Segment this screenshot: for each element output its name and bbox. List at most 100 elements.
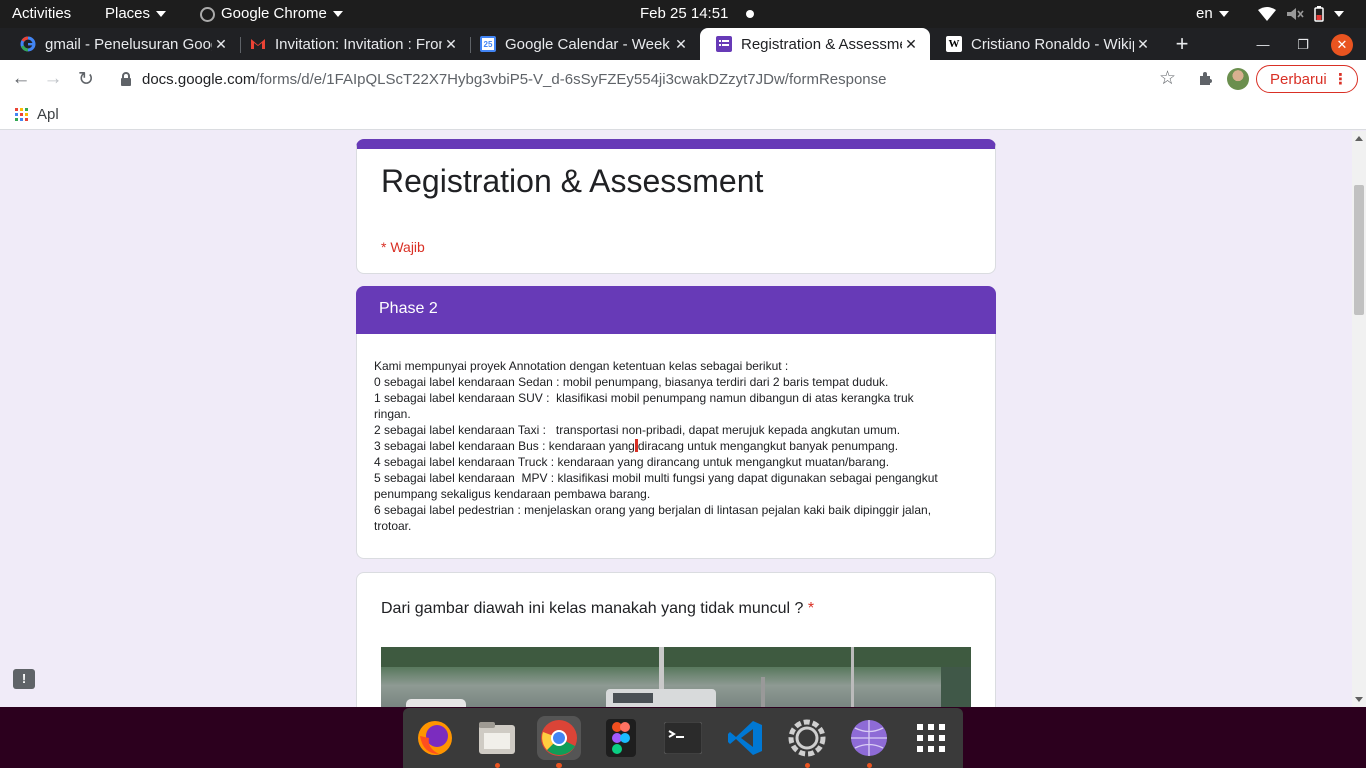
- section-header: Phase 2: [356, 286, 996, 334]
- minimize-button[interactable]: —: [1252, 34, 1274, 56]
- places-menu[interactable]: Places: [105, 0, 167, 28]
- language-label: en: [1196, 5, 1213, 22]
- tab-title: Google Calendar - Week: [505, 35, 670, 53]
- minimize-icon: —: [1256, 37, 1270, 52]
- description-line: 1 sebagai label kendaraan SUV : klasifik…: [374, 391, 914, 405]
- close-tab-icon[interactable]: ✕: [672, 36, 690, 53]
- activities-button[interactable]: Activities: [12, 0, 71, 28]
- calendar-icon: 25: [480, 36, 496, 52]
- new-tab-button[interactable]: +: [1167, 29, 1197, 59]
- description-line: Kami mempunyai proyek Annotation dengan …: [374, 359, 789, 373]
- reload-icon: ↻: [78, 68, 94, 90]
- forward-button[interactable]: →: [38, 64, 68, 94]
- reload-button[interactable]: ↻: [71, 64, 101, 94]
- description-line: 5 sebagai label kendaraan MPV : klasifik…: [374, 471, 938, 485]
- running-indicator: [805, 763, 810, 768]
- close-window-button[interactable]: ✕: [1331, 34, 1353, 56]
- apps-label: Apl: [37, 106, 59, 123]
- chevron-down-icon: [1218, 11, 1229, 17]
- tab-strip: gmail - Penelusuran Google ✕ Invitation:…: [0, 28, 1366, 60]
- form-title: Registration & Assessment: [381, 163, 764, 199]
- bookmark-star-icon[interactable]: ☆: [1159, 67, 1176, 90]
- arrow-left-icon: ←: [11, 68, 31, 89]
- section-description: Kami mempunyai proyek Annotation dengan …: [374, 358, 974, 534]
- chevron-down-icon: [1334, 11, 1344, 17]
- close-tab-icon[interactable]: ✕: [902, 36, 920, 53]
- close-tab-icon[interactable]: ✕: [212, 36, 230, 53]
- notification-dot-icon: [746, 10, 755, 18]
- arrow-right-icon: →: [43, 68, 63, 89]
- address-bar[interactable]: docs.google.com/forms/d/e/1FAIpQLScT22X7…: [108, 64, 1188, 94]
- required-asterisk: *: [807, 600, 815, 617]
- close-tab-icon[interactable]: ✕: [442, 36, 460, 53]
- tab-title: Cristiano Ronaldo - Wikipedia: [971, 35, 1134, 53]
- form-page: Registration & Assessment * Wajib Phase …: [0, 131, 1352, 707]
- back-button[interactable]: ←: [6, 64, 36, 94]
- running-indicator: [495, 763, 500, 768]
- update-button[interactable]: Perbarui ⋮: [1256, 65, 1358, 93]
- description-text: 3 sebagai label kendaraan Bus : kendaraa…: [374, 439, 635, 453]
- description-text: diracang untuk mengangkut banyak penumpa…: [637, 439, 899, 453]
- vscode-icon[interactable]: [723, 716, 767, 760]
- wifi-icon: [1258, 7, 1276, 21]
- url-path: /forms/d/e/1FAIpQLScT22X7Hybg3vbiP5-V_d-…: [255, 70, 887, 88]
- running-indicator: [867, 763, 872, 768]
- language-menu[interactable]: en: [1196, 0, 1229, 28]
- avatar: [1227, 68, 1249, 90]
- tab-registration-assessment[interactable]: Registration & Assessment ✕: [700, 28, 930, 60]
- description-line: 6 sebagai label pedestrian : menjelaskan…: [374, 503, 932, 517]
- page-scrollbar[interactable]: [1352, 131, 1366, 707]
- clock-label: Feb 25 14:51: [640, 5, 729, 22]
- question-title: Dari gambar diawah ini kelas manakah yan…: [381, 600, 814, 618]
- plus-icon: +: [1175, 31, 1189, 56]
- running-indicator: [556, 763, 561, 768]
- clock[interactable]: Feb 25 14:51: [640, 0, 755, 28]
- tab-gmail-search[interactable]: gmail - Penelusuran Google ✕: [4, 28, 240, 60]
- more-vert-icon: ⋮: [1333, 71, 1348, 88]
- browser-icon[interactable]: [847, 716, 891, 760]
- tab-invitation[interactable]: Invitation: Invitation : From ✕: [234, 28, 470, 60]
- puzzle-icon: [1200, 72, 1212, 85]
- figma-icon[interactable]: [599, 716, 643, 760]
- lock-icon: [121, 72, 131, 86]
- chrome-small-icon: [200, 6, 215, 22]
- description-line: penumpang sekaligus kendaraan pembawa ba…: [374, 487, 651, 501]
- dock: [403, 708, 963, 768]
- close-icon: ✕: [1336, 37, 1348, 52]
- scroll-down-icon[interactable]: [1355, 697, 1363, 702]
- chevron-down-icon: [156, 11, 167, 17]
- battery-icon: [1314, 6, 1324, 22]
- description-line: 3 sebagai label kendaraan Bus : kendaraa…: [374, 438, 974, 454]
- report-feedback-button[interactable]: !: [13, 669, 35, 689]
- app-grid-icon[interactable]: [909, 716, 953, 760]
- browser-toolbar: ← → ↻ docs.google.com/forms/d/e/1FAIpQLS…: [0, 60, 1366, 98]
- system-menu[interactable]: [1258, 0, 1344, 28]
- apps-grid-icon: [15, 108, 28, 121]
- extensions-button[interactable]: [1191, 64, 1221, 94]
- firefox-icon[interactable]: [413, 716, 457, 760]
- restore-icon: ❐: [1297, 37, 1309, 52]
- app-menu[interactable]: Google Chrome: [200, 0, 343, 28]
- volume-muted-icon: [1287, 8, 1304, 20]
- apps-shortcut[interactable]: Apl: [15, 106, 59, 123]
- description-line: trotoar.: [374, 519, 412, 533]
- scrollbar-thumb[interactable]: [1354, 185, 1364, 315]
- tab-google-calendar[interactable]: 25 Google Calendar - Week ✕: [464, 28, 700, 60]
- question-card: Dari gambar diawah ini kelas manakah yan…: [356, 572, 996, 707]
- app-menu-label: Google Chrome: [221, 5, 327, 22]
- terminal-icon[interactable]: [661, 716, 705, 760]
- google-icon: [20, 36, 36, 52]
- description-line: ringan.: [374, 407, 411, 421]
- street-scene-image: [381, 647, 971, 707]
- scroll-up-icon[interactable]: [1355, 136, 1363, 141]
- tab-cristiano-ronaldo[interactable]: W Cristiano Ronaldo - Wikipedia ✕: [930, 28, 1162, 60]
- profile-button[interactable]: [1223, 64, 1253, 94]
- chevron-down-icon: [332, 11, 343, 17]
- maximize-button[interactable]: ❐: [1292, 34, 1314, 56]
- close-tab-icon[interactable]: ✕: [1134, 36, 1152, 53]
- activities-label: Activities: [12, 5, 72, 22]
- description-line: 4 sebagai label kendaraan Truck : kendar…: [374, 455, 890, 469]
- settings-icon[interactable]: [785, 716, 829, 760]
- chrome-icon[interactable]: [537, 716, 581, 760]
- files-icon[interactable]: [475, 716, 519, 760]
